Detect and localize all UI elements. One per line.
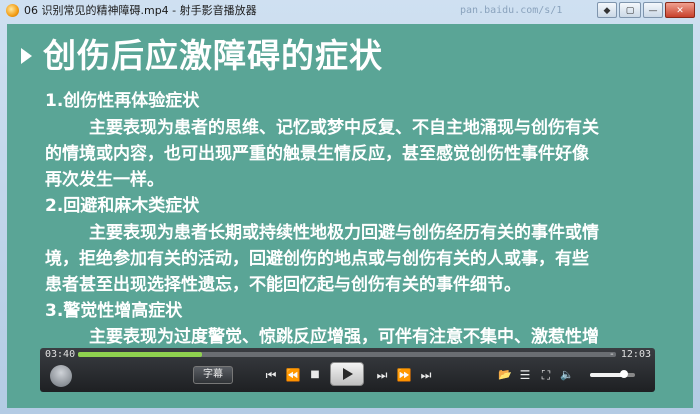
next-chapter-icon[interactable]: ⏭	[417, 366, 435, 384]
restore-button[interactable]: ▢	[619, 2, 641, 18]
remaining-time: - 12:03	[608, 349, 651, 360]
slide-title: 创伤后应激障碍的症状	[43, 36, 383, 75]
play-icon	[343, 368, 353, 380]
app-logo-icon	[6, 4, 19, 17]
prev-chapter-icon[interactable]: ⏮	[262, 366, 280, 384]
skin-button[interactable]: ◆	[597, 2, 617, 18]
forward-icon[interactable]: ⏩	[395, 366, 413, 384]
watermark-text: pan.baidu.com/s/1	[460, 5, 563, 16]
volume-slider[interactable]	[590, 370, 635, 378]
rewind-icon[interactable]: ⏪	[284, 366, 302, 384]
section-heading: 2.回避和麻木类症状	[45, 196, 200, 216]
body-line: 患者甚至出现选择性遗忘，不能回忆起与创伤有关的事件细节。	[45, 275, 521, 295]
title-bar[interactable]: 06 识别常见的精神障碍.mp4 - 射手影音播放器 pan.baidu.com…	[0, 0, 700, 22]
volume-knob[interactable]	[619, 370, 628, 378]
open-file-icon[interactable]: 📂	[497, 366, 513, 384]
body-line: 再次发生一样。	[45, 170, 164, 190]
section-heading: 1.创伤性再体验症状	[45, 91, 200, 111]
volume-fill	[590, 373, 624, 377]
fullscreen-icon[interactable]: ⛶	[538, 366, 554, 384]
seek-bar-fill	[78, 352, 202, 357]
body-line: 境，拒绝参加有关的活动，回避创伤的地点或与创伤有关的人或事，有些	[45, 249, 589, 269]
close-button[interactable]: ✕	[665, 2, 695, 18]
subtitle-button[interactable]: 字幕	[193, 366, 233, 384]
playback-controls: 03:40 - 12:03 字幕 ⏮ ⏪ ■ ⏭ ⏩ ⏭ 📂 ☰ ⛶ 🔈	[40, 348, 655, 392]
player-window: 06 识别常见的精神障碍.mp4 - 射手影音播放器 pan.baidu.com…	[0, 0, 700, 414]
section-heading: 3.警觉性增高症状	[45, 301, 183, 321]
volume-icon[interactable]: 🔈	[559, 366, 575, 384]
window-title: 06 识别常见的精神障碍.mp4 - 射手影音播放器	[24, 4, 257, 17]
minimize-button[interactable]: —	[643, 2, 663, 18]
title-bullet-icon	[21, 48, 32, 64]
play-button[interactable]	[330, 362, 364, 386]
body-line: 主要表现为患者的思维、记忆或梦中反复、不自主地涌现与创伤有关	[89, 118, 599, 138]
elapsed-time: 03:40	[45, 349, 76, 360]
body-line: 的情境或内容，也可出现严重的触景生情反应，甚至感觉创伤性事件好像	[45, 144, 589, 164]
body-line: 主要表现为患者长期或持续性地极力回避与创伤经历有关的事件或情	[89, 223, 599, 243]
next-frame-icon[interactable]: ⏭	[373, 366, 391, 384]
body-line: 主要表现为过度警觉、惊跳反应增强，可伴有注意不集中、激惹性增	[89, 327, 599, 347]
stop-icon[interactable]: ■	[308, 366, 322, 384]
seek-bar[interactable]	[78, 352, 616, 357]
user-avatar-icon[interactable]	[50, 365, 72, 387]
playlist-icon[interactable]: ☰	[517, 366, 533, 384]
